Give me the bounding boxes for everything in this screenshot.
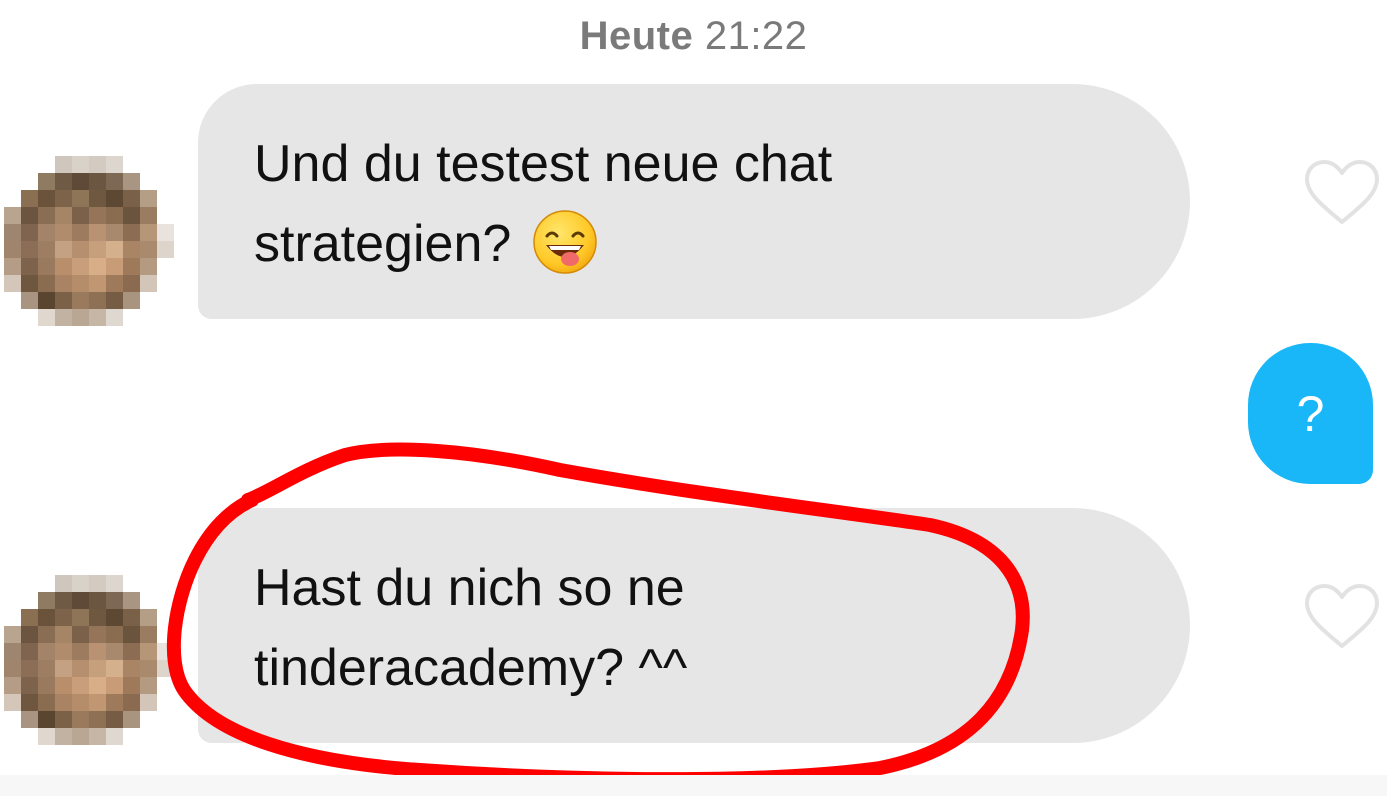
grinning-squinting-tongue-emoji-icon: [532, 209, 598, 275]
incoming-message-bubble[interactable]: Hast du nich so ne tinderacademy? ^^: [198, 508, 1190, 743]
message-text-line: strategien?: [254, 204, 1134, 284]
timestamp-time: 21:22: [704, 14, 808, 58]
message-text: strategien?: [254, 215, 512, 273]
timestamp-day: Heute: [579, 14, 694, 58]
outgoing-message-bubble[interactable]: ?: [1248, 343, 1373, 484]
bottom-divider: [0, 775, 1387, 796]
message-text: ?: [1296, 385, 1325, 442]
message-text-line: Hast du nich so ne: [254, 559, 685, 617]
avatar[interactable]: [4, 156, 174, 326]
like-heart-icon[interactable]: [1303, 582, 1381, 652]
message-timestamp: Heute 21:22: [0, 14, 1387, 59]
incoming-message-bubble[interactable]: Und du testest neue chat strategien?: [198, 84, 1190, 319]
avatar[interactable]: [4, 575, 174, 745]
message-text-line: Und du testest neue chat: [254, 135, 833, 193]
like-heart-icon[interactable]: [1303, 158, 1381, 228]
message-text-line: tinderacademy? ^^: [254, 639, 688, 697]
